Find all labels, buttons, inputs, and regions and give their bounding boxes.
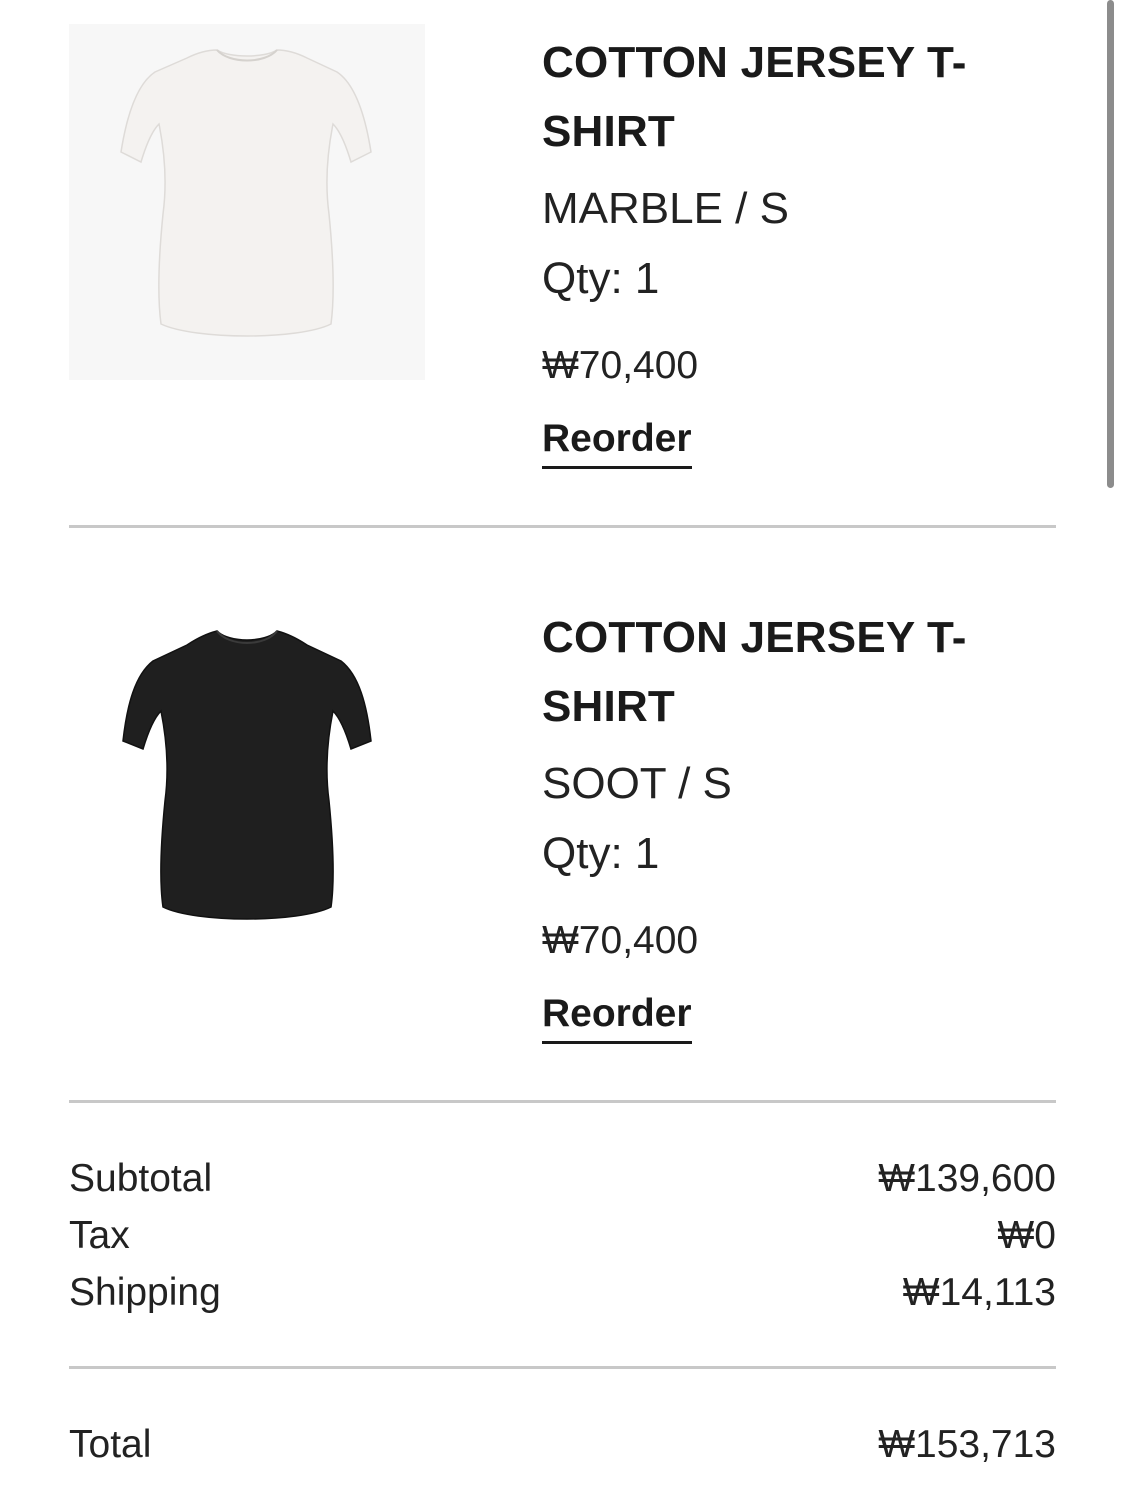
total-label: Total: [69, 1423, 152, 1466]
product-info: COTTON JERSEY T-SHIRT MARBLE / S Qty: 1 …: [542, 28, 1022, 469]
product-name: COTTON JERSEY T-SHIRT: [542, 38, 967, 156]
tshirt-icon: [122, 630, 372, 920]
order-total: Total ₩153,713: [69, 1416, 1056, 1473]
product-price: ₩70,400: [542, 919, 699, 962]
product-price: ₩70,400: [542, 344, 699, 387]
product-variant: SOOT / S: [542, 759, 732, 808]
total-row: Total ₩153,713: [69, 1416, 1056, 1473]
product-name: COTTON JERSEY T-SHIRT: [542, 613, 967, 731]
reorder-link[interactable]: Reorder: [542, 989, 692, 1044]
order-item: COTTON JERSEY T-SHIRT MARBLE / S Qty: 1 …: [0, 0, 1125, 500]
subtotal-label: Subtotal: [69, 1157, 213, 1200]
order-summary: Subtotal ₩139,600 Tax ₩0 Shipping ₩14,11…: [69, 1150, 1056, 1321]
tax-row: Tax ₩0: [69, 1207, 1056, 1264]
reorder-link[interactable]: Reorder: [542, 414, 692, 469]
shipping-value: ₩14,113: [902, 1271, 1056, 1314]
total-value: ₩153,713: [878, 1423, 1056, 1466]
product-variant: MARBLE / S: [542, 184, 789, 233]
product-quantity: Qty: 1: [542, 254, 660, 303]
product-info: COTTON JERSEY T-SHIRT SOOT / S Qty: 1 ₩7…: [542, 603, 1022, 1044]
shipping-label: Shipping: [69, 1271, 221, 1314]
product-image-white-tshirt[interactable]: [69, 24, 425, 380]
divider: [69, 1366, 1056, 1369]
tax-label: Tax: [69, 1214, 130, 1257]
tshirt-icon: [120, 49, 372, 337]
divider: [69, 525, 1056, 528]
subtotal-value: ₩139,600: [878, 1157, 1056, 1200]
tax-value: ₩0: [997, 1214, 1057, 1257]
order-details-page: COTTON JERSEY T-SHIRT MARBLE / S Qty: 1 …: [0, 0, 1125, 1500]
subtotal-row: Subtotal ₩139,600: [69, 1150, 1056, 1207]
divider: [69, 1100, 1056, 1103]
shipping-row: Shipping ₩14,113: [69, 1264, 1056, 1321]
order-item: COTTON JERSEY T-SHIRT SOOT / S Qty: 1 ₩7…: [0, 575, 1125, 1075]
product-quantity: Qty: 1: [542, 829, 660, 878]
product-image-black-tshirt[interactable]: [69, 595, 425, 951]
